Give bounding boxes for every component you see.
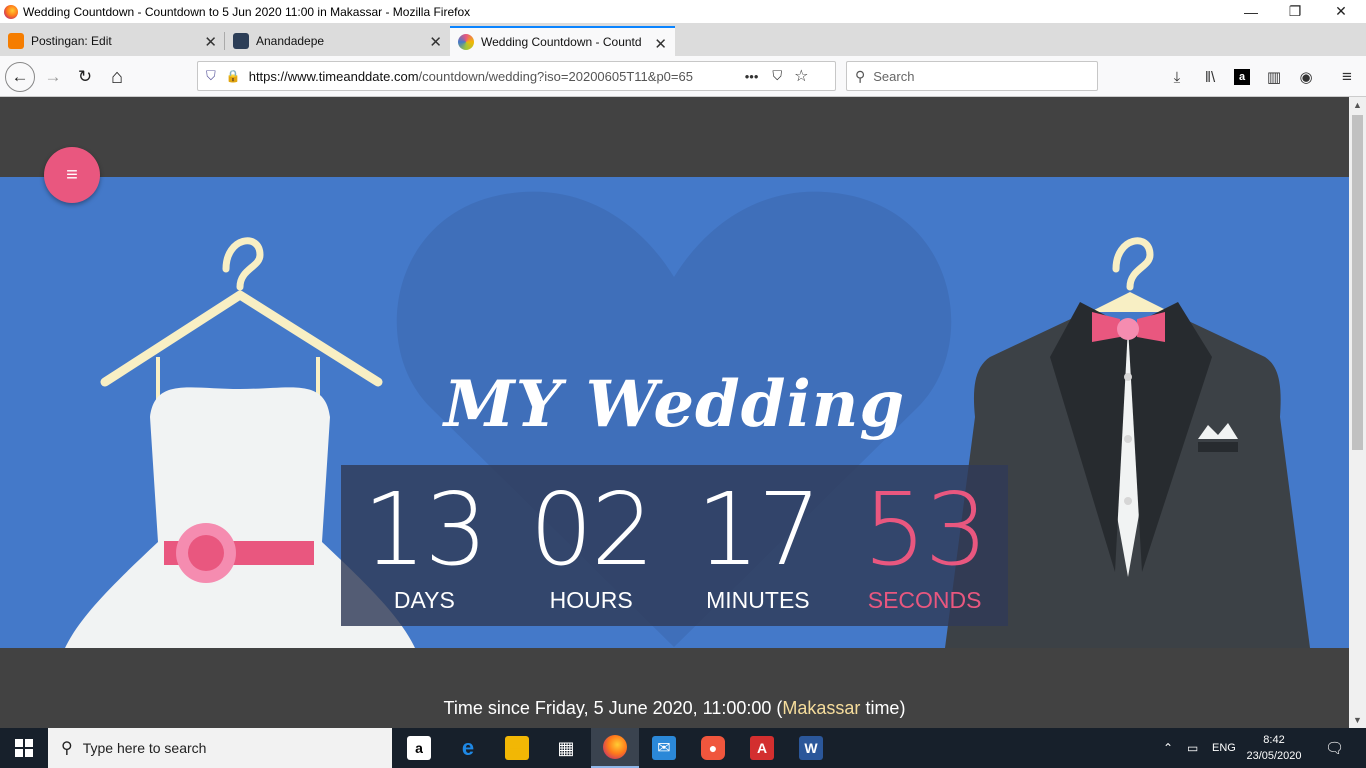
- wedding-title: MY Wedding: [443, 367, 906, 442]
- page-scrollbar[interactable]: ▲ ▼: [1349, 97, 1366, 728]
- days-value: 13: [362, 471, 488, 588]
- blogger-icon: [8, 33, 24, 49]
- acrobat-app[interactable]: A: [738, 728, 786, 768]
- close-tab-icon[interactable]: ✕: [429, 33, 442, 51]
- days-label: DAYS: [393, 587, 455, 613]
- seconds-label: SECONDS: [867, 587, 982, 613]
- store-app[interactable]: ▦: [542, 728, 590, 768]
- window-title: Wedding Countdown - Countdown to 5 Jun 2…: [23, 4, 471, 19]
- wedding-banner: MY Wedding 13 DAYS 02 HOURS 17 MINUTES 5…: [0, 177, 1349, 648]
- seconds-value: 53: [863, 471, 988, 588]
- store-icon: ▦: [557, 737, 575, 758]
- firefox-logo-icon: [4, 4, 18, 19]
- tab-wedding-countdown[interactable]: Wedding Countdown - Countd ✕: [450, 26, 675, 56]
- account-icon[interactable]: ◉: [1295, 66, 1317, 88]
- downloads-icon[interactable]: ⤓: [1166, 66, 1188, 88]
- word-icon: W: [799, 736, 823, 760]
- search-input[interactable]: ⚲ Search: [846, 61, 1098, 91]
- firefox-icon: ●: [603, 735, 627, 759]
- tab-strip: Postingan: Edit ✕ Anandadepe ✕ Wedding C…: [0, 23, 1366, 73]
- mail-app[interactable]: ✉: [640, 728, 688, 768]
- start-button[interactable]: [0, 728, 48, 768]
- edge-app[interactable]: e: [444, 728, 492, 768]
- amazon-app[interactable]: a: [395, 728, 443, 768]
- recorder-icon: ●: [701, 736, 725, 760]
- scroll-down-icon[interactable]: ▼: [1349, 712, 1366, 728]
- sidebar-icon[interactable]: ▥: [1263, 66, 1285, 88]
- bookmark-star-icon[interactable]: ☆: [794, 66, 808, 86]
- countdown-hours: 02 HOURS: [508, 465, 675, 626]
- recorder-app[interactable]: ●: [689, 728, 737, 768]
- shield-icon[interactable]: ⛉: [206, 68, 216, 84]
- windows-logo-icon: [15, 739, 33, 757]
- tab-label: Wedding Countdown - Countd: [481, 35, 642, 49]
- time-since-text: Time since Friday, 5 June 2020, 11:00:00…: [443, 698, 906, 718]
- taskbar-search-input[interactable]: ⚲ Type here to search: [48, 728, 392, 768]
- amazon-extension-icon[interactable]: a: [1231, 66, 1253, 88]
- hours-value: 02: [529, 471, 655, 588]
- countdown-minutes: 17 MINUTES: [675, 465, 842, 626]
- search-icon: ⚲: [61, 740, 73, 757]
- page-content: MY Wedding 13 DAYS 02 HOURS 17 MINUTES 5…: [0, 97, 1349, 728]
- tab-label: Postingan: Edit: [31, 34, 112, 48]
- minutes-value: 17: [696, 471, 821, 588]
- navigation-toolbar: ← → ↻ ⌂ ⛉ 🔒 https://www.timeanddate.com/…: [0, 56, 1366, 97]
- windows-taskbar: ⚲ Type here to search a e ▬ ▦ ● ✉ ● A W …: [0, 728, 1366, 768]
- hamburger-menu-icon[interactable]: ≡: [1336, 66, 1358, 88]
- city-link[interactable]: Makassar: [782, 698, 860, 718]
- scrollbar-thumb[interactable]: [1352, 115, 1363, 450]
- countdown-seconds: 53 SECONDS: [841, 465, 1008, 626]
- amazon-icon: a: [407, 736, 431, 760]
- forward-button[interactable]: →: [38, 62, 68, 92]
- language-indicator[interactable]: ENG: [1212, 728, 1236, 768]
- restore-button[interactable]: ❐: [1272, 0, 1318, 23]
- countdown-panel: 13 DAYS 02 HOURS 17 MINUTES 53 SECONDS: [341, 465, 1008, 626]
- tab-postingan[interactable]: Postingan: Edit ✕: [0, 26, 225, 56]
- site-icon: [233, 33, 249, 49]
- back-button[interactable]: ←: [5, 62, 35, 92]
- window-titlebar: Wedding Countdown - Countdown to 5 Jun 2…: [0, 0, 1366, 23]
- minutes-label: MINUTES: [706, 587, 810, 613]
- search-icon: ⚲: [855, 67, 866, 84]
- clock-date: 23/05/2020: [1246, 750, 1302, 762]
- home-button[interactable]: ⌂: [102, 62, 132, 92]
- hours-label: HOURS: [549, 587, 633, 613]
- mail-icon: ✉: [652, 736, 676, 760]
- battery-icon[interactable]: ▭: [1187, 728, 1198, 768]
- system-clock[interactable]: 8:42 23/05/2020: [1245, 732, 1303, 764]
- acrobat-icon: A: [750, 736, 774, 760]
- firefox-app[interactable]: ●: [591, 728, 639, 768]
- scroll-up-icon[interactable]: ▲: [1349, 97, 1366, 113]
- clock-time: 8:42: [1263, 734, 1285, 746]
- library-icon[interactable]: ‖\: [1199, 66, 1221, 88]
- close-tab-icon[interactable]: ✕: [654, 35, 667, 53]
- file-explorer-app[interactable]: ▬: [493, 728, 541, 768]
- tab-anandadepe[interactable]: Anandadepe ✕: [225, 26, 450, 56]
- close-window-button[interactable]: ✕: [1318, 0, 1364, 23]
- folder-icon: ▬: [505, 736, 529, 760]
- timeanddate-icon: [458, 34, 474, 50]
- edge-icon: e: [461, 735, 475, 760]
- pocket-icon[interactable]: ⛉: [772, 68, 782, 84]
- site-menu-button[interactable]: ≡: [44, 147, 100, 203]
- menu-icon: ≡: [66, 163, 78, 186]
- notifications-icon[interactable]: 🗨: [1325, 728, 1344, 768]
- minimize-button[interactable]: —: [1228, 0, 1274, 23]
- page-actions-icon[interactable]: •••: [745, 69, 759, 84]
- show-hidden-icons-icon[interactable]: ⌃: [1163, 728, 1173, 768]
- url-bar[interactable]: ⛉ 🔒 https://www.timeanddate.com/countdow…: [197, 61, 836, 91]
- lock-icon[interactable]: 🔒: [226, 69, 241, 83]
- url-text[interactable]: https://www.timeanddate.com/countdown/we…: [249, 69, 739, 84]
- word-app[interactable]: W: [787, 728, 835, 768]
- tab-label: Anandadepe: [256, 34, 325, 48]
- close-tab-icon[interactable]: ✕: [204, 33, 217, 51]
- reload-button[interactable]: ↻: [70, 62, 100, 92]
- countdown-days: 13 DAYS: [341, 465, 508, 626]
